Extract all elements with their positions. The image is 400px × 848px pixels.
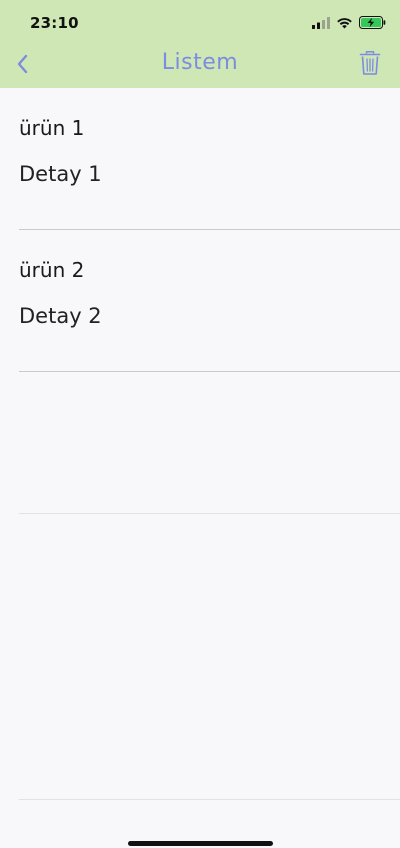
status-icons (312, 14, 386, 32)
navigation-bar: Listem (0, 44, 400, 88)
item-name: ürün 1 (19, 116, 85, 140)
item-detail: Detay 1 (19, 162, 102, 186)
list-item[interactable]: ürün 2 Detay 2 (0, 230, 400, 372)
list-item[interactable]: ürün 1 Detay 1 (0, 88, 400, 230)
item-list: ürün 1 Detay 1 ürün 2 Detay 2 (0, 88, 400, 800)
empty-row (0, 514, 400, 800)
battery-charging-icon (359, 14, 386, 33)
top-bar: 23:10 Listem (0, 0, 400, 88)
status-bar: 23:10 (0, 0, 400, 44)
trash-icon (359, 50, 381, 80)
item-name: ürün 2 (19, 258, 85, 282)
empty-row (0, 372, 400, 514)
wifi-icon (336, 14, 353, 33)
home-indicator (128, 841, 273, 846)
cellular-signal-icon (312, 14, 330, 33)
item-detail: Detay 2 (19, 304, 102, 328)
delete-button[interactable] (356, 50, 384, 80)
page-title: Listem (161, 50, 239, 75)
row-divider (19, 799, 400, 800)
status-time: 23:10 (30, 14, 79, 32)
